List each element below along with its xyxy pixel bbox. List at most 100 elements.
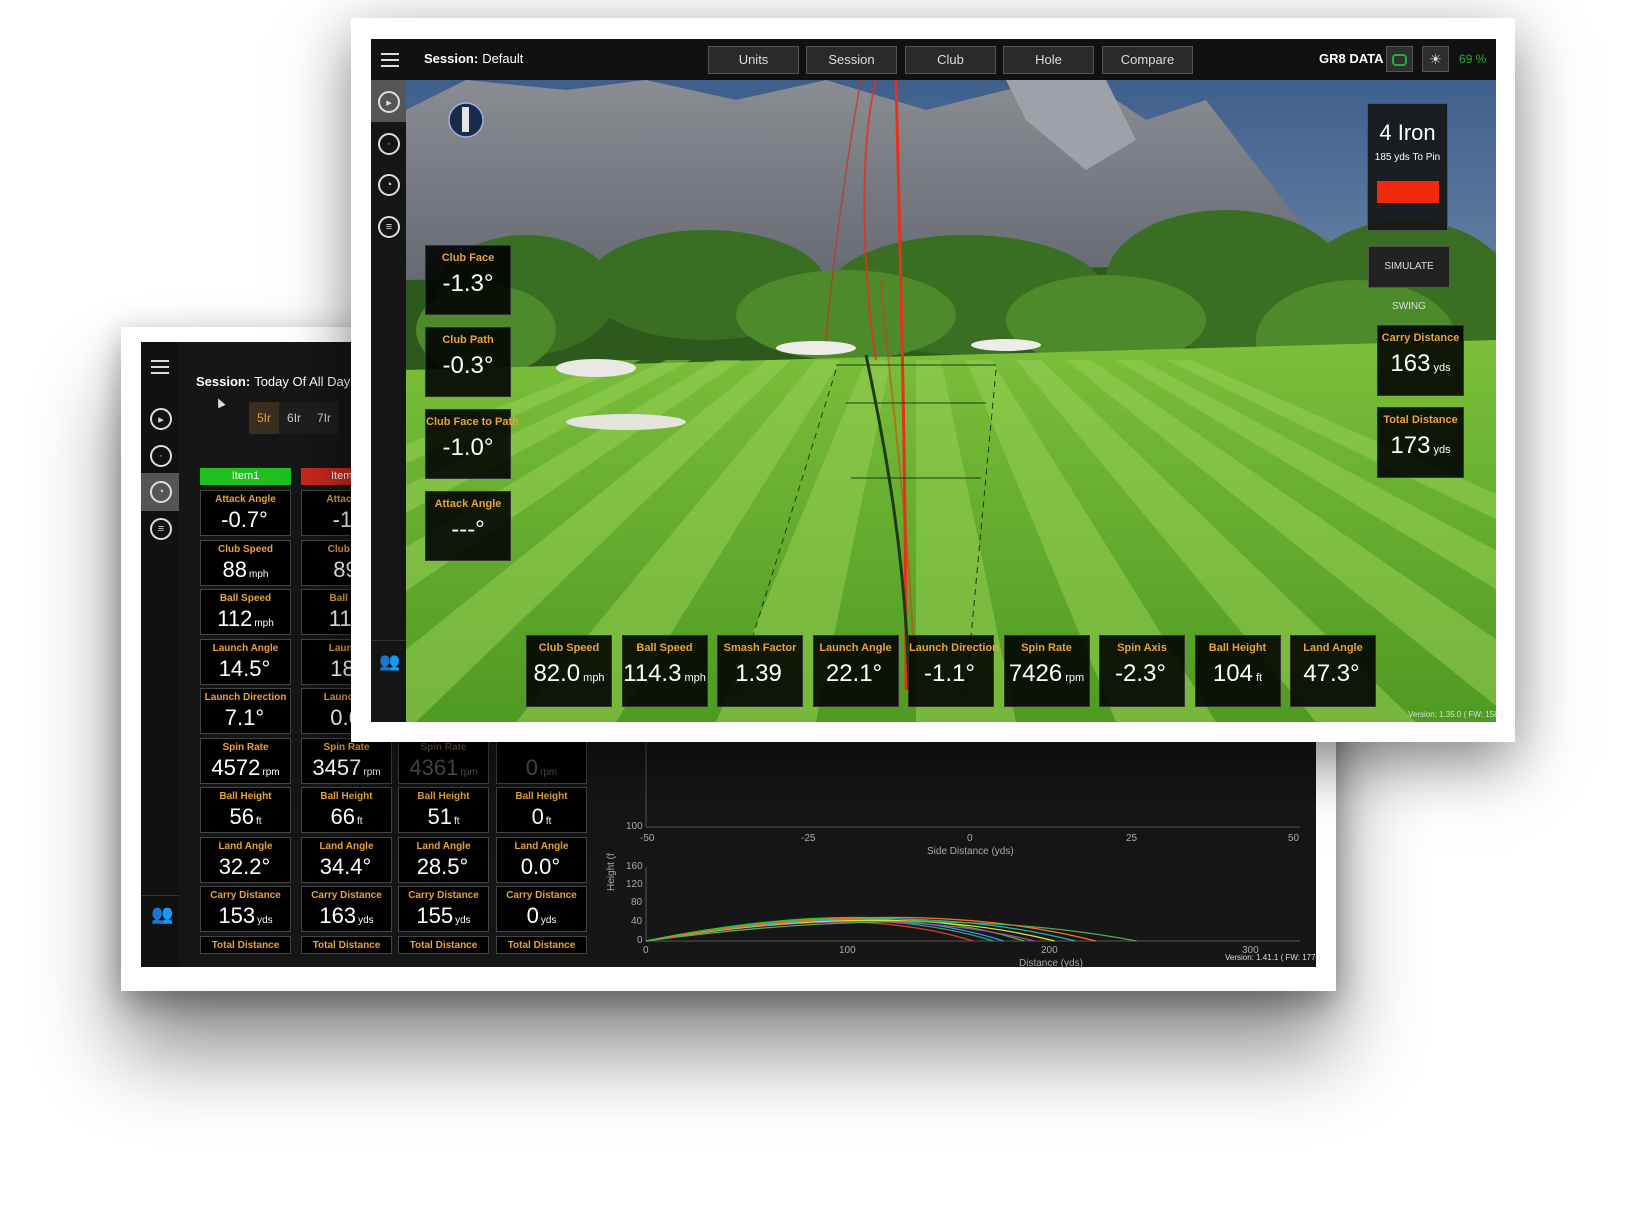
back-version-text: Version: 1.41.1 ( FW: 177 ) bbox=[1225, 953, 1321, 962]
menu-icon[interactable] bbox=[381, 53, 399, 67]
sidebar-divider bbox=[141, 895, 179, 896]
metric-number: -1.3° bbox=[442, 270, 494, 297]
metric-number: 82.0 bbox=[533, 660, 581, 687]
bottom-metric-card: Spin Axis -2.3° bbox=[1099, 635, 1185, 707]
data-cell-label: Carry Distance bbox=[408, 890, 479, 901]
side-y-tick: 100 bbox=[626, 821, 643, 832]
height-y-tick: 40 bbox=[631, 916, 643, 927]
brightness-icon[interactable]: ☀ bbox=[1422, 46, 1449, 72]
bottom-metric-card: Ball Height 104 ft bbox=[1194, 635, 1281, 707]
front-sidebar: ▸ · ◔ ≡ 👥 bbox=[371, 80, 406, 722]
metric-value: -2.3° bbox=[1100, 660, 1184, 688]
data-table-icon[interactable]: ≡ bbox=[378, 216, 400, 238]
menu-icon[interactable] bbox=[151, 360, 169, 374]
data-cell-value: 7.1° bbox=[201, 705, 290, 736]
club-button[interactable]: Club bbox=[905, 46, 996, 74]
data-cell-number: 88 bbox=[222, 556, 248, 582]
link-icon[interactable] bbox=[1386, 46, 1413, 72]
units-button[interactable]: Units bbox=[708, 46, 799, 74]
data-cell-unit: yds bbox=[540, 915, 557, 926]
data-cell-label: Land Angle bbox=[416, 840, 471, 852]
data-cell-value: 34.4° bbox=[302, 854, 391, 885]
golf-ball-icon[interactable]: · bbox=[150, 445, 172, 467]
sidebar-divider bbox=[371, 640, 406, 641]
hole-button[interactable]: Hole bbox=[1003, 46, 1094, 74]
metric-label: Spin Axis bbox=[1117, 642, 1167, 654]
data-cell-value: 66 ft bbox=[302, 804, 391, 835]
users-icon[interactable]: 👥 bbox=[151, 904, 173, 925]
data-cell: 0 rpm bbox=[496, 737, 587, 784]
data-cell-label: Land Angle bbox=[514, 840, 569, 852]
metric-number: 7426 bbox=[1008, 660, 1063, 687]
data-cell-number: 4361 bbox=[409, 754, 459, 780]
data-cell-label: Carry Distance bbox=[506, 890, 577, 901]
data-cell-value: 0 yds bbox=[497, 903, 586, 934]
left-metric-card: Attack Angle ---° bbox=[425, 491, 511, 561]
data-cell: Launch Direction 7.1° bbox=[200, 688, 291, 734]
data-cell-value: 51 ft bbox=[399, 804, 488, 835]
simulate-swing-button[interactable]: SIMULATE SWING bbox=[1368, 246, 1450, 312]
data-cell: Attack Angle -0.7° bbox=[200, 490, 291, 536]
data-table-icon[interactable]: ≡ bbox=[150, 518, 172, 540]
session-button[interactable]: Session bbox=[806, 46, 897, 74]
data-cell-value: 112 mph bbox=[201, 606, 290, 637]
data-cell-value: 14.5° bbox=[201, 656, 290, 687]
data-cell: Carry Distance 153 yds bbox=[200, 886, 291, 932]
data-cell-number: -0.7° bbox=[221, 507, 268, 532]
users-icon[interactable]: 👥 bbox=[379, 652, 400, 672]
metric-label: Total Distance bbox=[1383, 414, 1458, 426]
metric-number: 104 bbox=[1212, 660, 1253, 687]
data-cell-unit: ft bbox=[453, 816, 460, 827]
data-cell-unit: ft bbox=[255, 816, 262, 827]
club-ball-icon[interactable]: ◔ bbox=[150, 481, 172, 503]
club-ball-icon[interactable]: ◔ bbox=[378, 174, 400, 196]
metric-value: 163 yds bbox=[1378, 350, 1463, 378]
data-cell-number: 34.4° bbox=[319, 853, 372, 879]
data-cell-value: 153 yds bbox=[201, 903, 290, 934]
metric-label: Carry Distance bbox=[1381, 332, 1460, 344]
compare-button[interactable]: Compare bbox=[1102, 46, 1193, 74]
club-tab-6ir[interactable]: 6Ir bbox=[279, 402, 310, 434]
play-flag-icon[interactable]: ▸ bbox=[150, 408, 172, 430]
data-cell: Total Distance bbox=[398, 935, 489, 954]
data-cell-value: 56 ft bbox=[201, 804, 290, 835]
bottom-metric-card: Smash Factor 1.39 bbox=[717, 635, 803, 707]
data-cell-label: Carry Distance bbox=[311, 890, 382, 901]
metric-number: 114.3 bbox=[623, 660, 682, 687]
right-metric-card: Carry Distance 163 yds bbox=[1377, 325, 1464, 396]
data-cell-label: Total Distance bbox=[409, 939, 478, 951]
brand-label: GR8 DATA bbox=[1319, 51, 1384, 66]
metric-value: -1.1° bbox=[909, 660, 993, 688]
data-cell-value: 0.0° bbox=[497, 854, 586, 885]
golf-ball-icon[interactable]: · bbox=[378, 133, 400, 155]
metric-unit: yds bbox=[1433, 444, 1451, 456]
item-header-1[interactable]: Item1 bbox=[200, 468, 291, 485]
side-x-label: Side Distance (yds) bbox=[927, 846, 1014, 857]
data-cell-value: 0 ft bbox=[497, 804, 586, 835]
back-sidebar: ▸ · ◔ ≡ 👥 bbox=[141, 342, 179, 967]
data-cell: Land Angle 28.5° bbox=[398, 836, 489, 883]
data-cell: Total Distance bbox=[200, 935, 291, 954]
back-session-title: Session: Today Of All Days bbox=[196, 374, 357, 389]
data-cell-number: 14.5° bbox=[218, 655, 271, 681]
data-cell: Total Distance bbox=[301, 935, 392, 954]
club-tab-5ir[interactable]: 5Ir bbox=[249, 402, 280, 434]
data-cell: Carry Distance 163 yds bbox=[301, 886, 392, 932]
side-x-tick: -50 bbox=[640, 833, 655, 844]
data-cell-unit: rpm bbox=[262, 766, 280, 778]
data-cell-value: 163 yds bbox=[302, 903, 391, 934]
metric-number: 47.3° bbox=[1303, 660, 1360, 687]
data-cell-label: Total Distance bbox=[507, 939, 576, 951]
data-cell-number: 51 bbox=[427, 804, 452, 829]
bottom-metric-card: Land Angle 47.3° bbox=[1290, 635, 1376, 707]
club-tab-7ir[interactable]: 7Ir bbox=[309, 402, 340, 434]
height-x-tick: 200 bbox=[1041, 945, 1058, 956]
data-cell-number: 3457 bbox=[312, 754, 362, 780]
data-cell-value: 4361 rpm bbox=[399, 755, 488, 786]
data-cell-label: Carry Distance bbox=[210, 890, 281, 901]
data-cell-label: Land Angle bbox=[319, 840, 374, 852]
metric-value: 82.0 mph bbox=[527, 660, 611, 688]
play-flag-icon[interactable]: ▸ bbox=[378, 91, 400, 113]
data-cell-number: 153 bbox=[218, 903, 256, 928]
data-cell-number: 0 bbox=[525, 754, 538, 780]
